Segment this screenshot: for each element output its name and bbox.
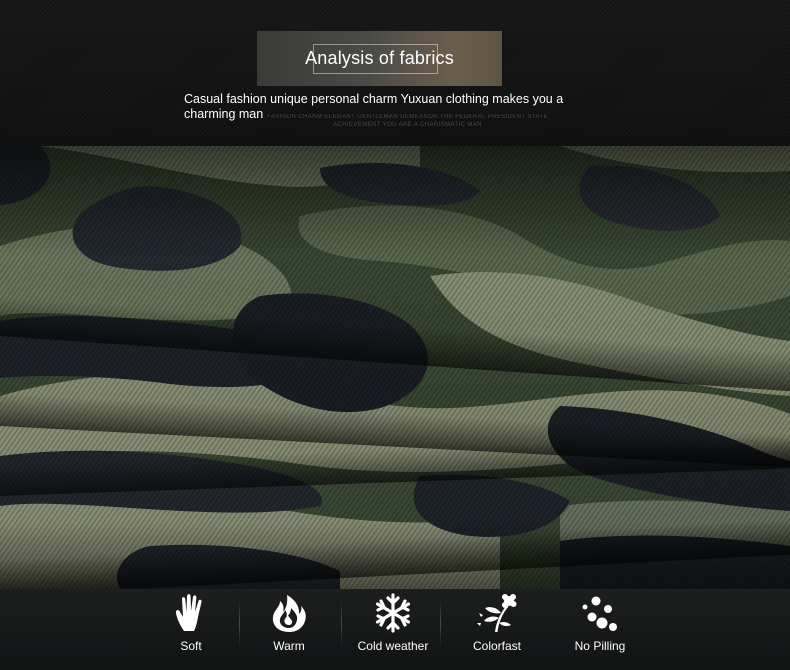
hand-icon <box>169 589 213 633</box>
camouflage-fabric-image <box>0 146 790 589</box>
header-banner: Analysis of fabrics Casual fashion uniqu… <box>0 0 790 146</box>
flower-icon <box>475 589 519 633</box>
feature-label: Warm <box>273 639 305 653</box>
divider <box>440 599 441 647</box>
small-print: FASHION CHARM ELEGANT GENTLEMAN DEMEANOR… <box>267 114 548 128</box>
title-box: Analysis of fabrics <box>257 31 502 86</box>
fabric-photo <box>0 146 790 589</box>
feature-no-pilling: No Pilling <box>568 589 632 670</box>
feature-label: Soft <box>180 639 202 653</box>
dots-icon <box>578 589 622 633</box>
feature-label: No Pilling <box>574 639 626 653</box>
feature-label: Cold weather <box>357 639 429 653</box>
features-bar: Soft Warm Cold weather Colorfast No Pill… <box>0 589 790 670</box>
flame-icon <box>267 589 311 633</box>
snowflake-icon <box>371 589 415 633</box>
feature-soft: Soft <box>161 589 221 670</box>
divider <box>341 599 342 647</box>
feature-cold-weather: Cold weather <box>352 589 434 670</box>
feature-colorfast: Colorfast <box>466 589 528 670</box>
page-title: Analysis of fabrics <box>305 48 454 68</box>
feature-label: Colorfast <box>472 639 522 653</box>
divider <box>239 599 240 647</box>
feature-warm: Warm <box>257 589 321 670</box>
